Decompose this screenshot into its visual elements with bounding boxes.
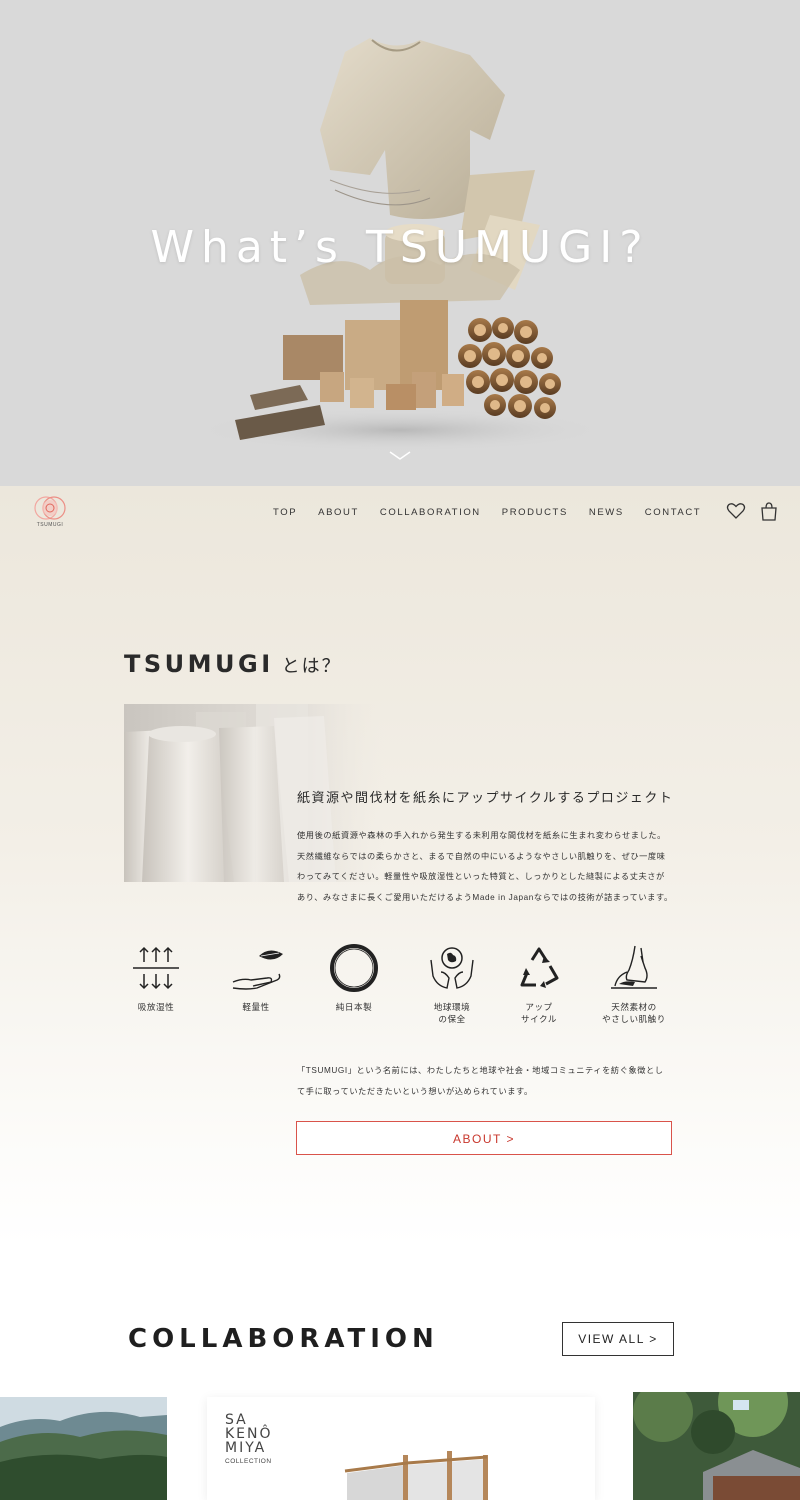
hand-touch-icon: [611, 945, 657, 989]
sakenomiya-logo-line: MIYA: [225, 1440, 267, 1456]
name-meaning-text: 「TSUMUGI」という名前には、わたしたちと地球や社会・地域コミュニティを紡ぐ…: [297, 1061, 697, 1102]
tsumugi-logo-mark-icon: [34, 496, 66, 520]
about-heading-en: TSUMUGI: [124, 650, 274, 678]
feature-made-in-japan: 純日本製: [318, 942, 390, 1014]
nav-item-top[interactable]: TOP: [273, 506, 297, 520]
about-button[interactable]: ABOUT >: [296, 1121, 672, 1155]
nav-item-collaboration[interactable]: COLLABORATION: [380, 506, 481, 520]
feature-label: 吸放湿性: [137, 1002, 175, 1012]
feature-label: 軽量性: [242, 1002, 270, 1012]
name-text-line: 「TSUMUGI」という名前には、わたしたちと地球や社会・地域コミュニティを紡ぐ…: [297, 1066, 664, 1075]
sakenomiya-logo-line: SA: [225, 1412, 248, 1428]
nav-item-about[interactable]: ABOUT: [318, 506, 359, 520]
feature-label: 純日本製: [335, 1002, 373, 1012]
feature-upcycle: アップ サイクル: [503, 942, 575, 1025]
earth-hands-icon: [430, 947, 474, 989]
leaf-hand-icon: [232, 950, 283, 990]
feature-label: 天然素材の やさしい肌触り: [602, 1002, 666, 1024]
sakenomiya-logo-line: KENÔ: [225, 1426, 273, 1442]
about-description: 使用後の紙資源や森林の手入れから発生する未利用な間伐材を紙糸に生まれ変わらせまし…: [297, 826, 697, 909]
feature-icons-row: 吸放湿性 軽量性 純日本製 地球環境 の保全 アップ サイクル 天然素材の やさ…: [120, 942, 700, 1032]
hero-title: What’s TSUMUGI?: [150, 222, 650, 273]
main-nav: TOP ABOUT COLLABORATION PRODUCTS NEWS CO…: [273, 506, 722, 520]
collaboration-title: COLLABORATION: [128, 1324, 439, 1354]
sakenomiya-logo: SA KENÔ MIYA COLLECTION: [225, 1413, 285, 1465]
view-all-button[interactable]: VIEW ALL >: [562, 1322, 674, 1356]
collaboration-card-shrine[interactable]: [633, 1392, 800, 1500]
feature-label: 地球環境 の保全: [433, 1002, 471, 1024]
collaboration-card-sakenomiya[interactable]: SA KENÔ MIYA COLLECTION: [207, 1397, 595, 1500]
feature-moisture: 吸放湿性: [120, 942, 192, 1014]
heart-icon[interactable]: [726, 501, 746, 521]
about-subtitle: 紙資源や間伐材を紙糸にアップサイクルするプロジェクト: [297, 790, 674, 805]
hero-section: What’s TSUMUGI?: [0, 0, 800, 486]
enso-circle-icon: [330, 944, 378, 992]
feature-earth-protection: 地球環境 の保全: [416, 942, 488, 1025]
feature-lightweight: 軽量性: [220, 942, 292, 1014]
feature-natural-touch: 天然素材の やさしい肌触り: [598, 942, 670, 1025]
nav-item-news[interactable]: NEWS: [589, 506, 624, 520]
shopping-bag-icon[interactable]: [759, 501, 779, 521]
about-heading: TSUMUGI とは？: [124, 650, 342, 680]
about-body-line: 使用後の紙資源や森林の手入れから発生する未利用な間伐材を紙糸に生まれ変わらせまし…: [297, 831, 666, 840]
wooden-stall-illustration: [344, 1451, 488, 1500]
about-body-line: 天然繊維ならではの柔らかさと、まるで自然の中にいるようなやさしい肌触りを、ぜひ一…: [297, 851, 666, 861]
about-body-line: あり、みなさまに長くご愛用いただけるようMade in Japanならではの技術…: [297, 893, 673, 903]
name-text-line: て手に取っていただきたいという想いが込められています。: [297, 1086, 533, 1096]
nav-item-products[interactable]: PRODUCTS: [502, 506, 568, 520]
recycle-icon: [520, 947, 559, 988]
mountain-landscape-photo: [0, 1397, 167, 1500]
shrine-forest-photo: [633, 1392, 800, 1500]
sakenomiya-logo-sub: COLLECTION: [225, 1458, 272, 1465]
about-body-line: わってみてください。軽量性や吸放湿性といった特質と、しっかりとした縫製による丈夫…: [297, 872, 665, 882]
logo-text: TSUMUGI: [36, 522, 64, 528]
tsumugi-logo[interactable]: TSUMUGI: [28, 494, 72, 530]
nav-item-contact[interactable]: CONTACT: [645, 506, 701, 520]
feature-label: アップ サイクル: [521, 1002, 557, 1024]
scroll-down-chevron-icon[interactable]: [389, 450, 411, 462]
collaboration-card-mountains[interactable]: [0, 1397, 167, 1500]
about-heading-ja: とは？: [281, 656, 342, 676]
moisture-arrows-icon: [133, 946, 179, 990]
